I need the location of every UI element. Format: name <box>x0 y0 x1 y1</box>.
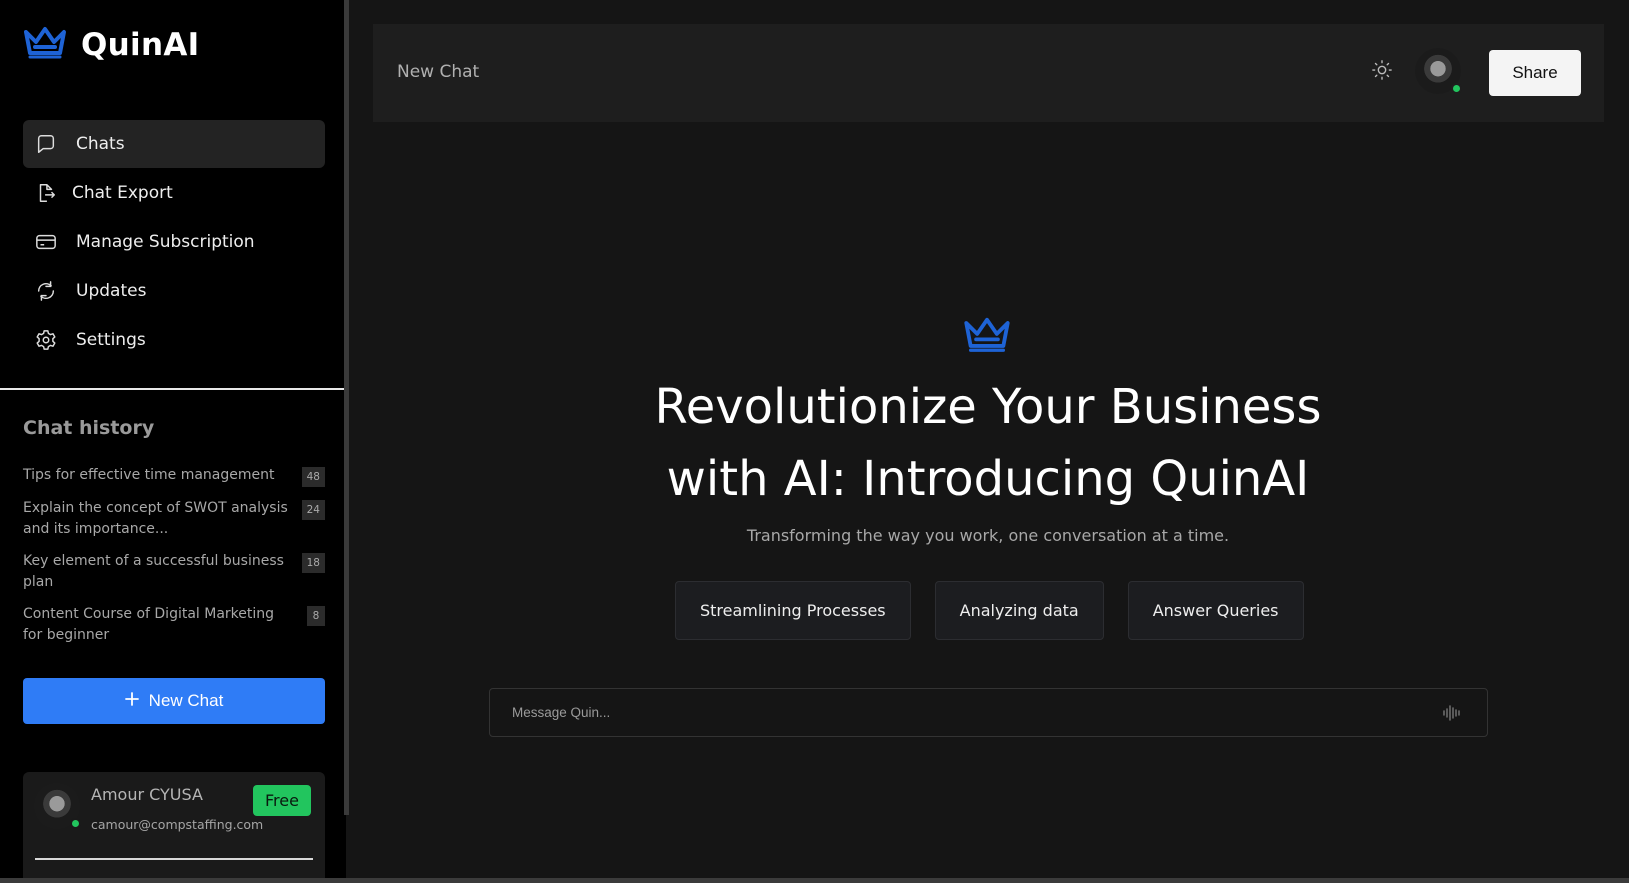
suggestion-chip[interactable]: Analyzing data <box>934 581 1104 640</box>
sidebar: QuinAI Chats Chat Export Manage Subscrip… <box>0 0 348 878</box>
crown-logo-icon <box>23 26 67 64</box>
gear-icon <box>34 328 58 352</box>
plus-icon <box>124 691 139 711</box>
nav-item-settings[interactable]: Settings <box>23 316 325 364</box>
chat-history-item-text: Explain the concept of SWOT analysis and… <box>23 500 288 537</box>
hero-subtitle: Transforming the way you work, one conve… <box>746 526 1230 545</box>
new-chat-button[interactable]: New Chat <box>23 678 325 724</box>
chat-history-item[interactable]: Explain the concept of SWOT analysis and… <box>23 498 325 540</box>
chat-history-count-badge: 18 <box>301 553 325 573</box>
chat-history-list: Tips for effective time management 48 Ex… <box>23 465 325 657</box>
user-email: camour@compstaffing.com <box>91 817 264 832</box>
chat-history-count-badge: 8 <box>307 606 325 626</box>
hero-title-line: with AI: Introducing QuinAI <box>666 451 1310 507</box>
nav-item-manage-subscription[interactable]: Manage Subscription <box>23 218 325 266</box>
nav-item-chat-export[interactable]: Chat Export <box>23 169 325 217</box>
sidebar-divider <box>0 388 348 390</box>
nav-item-label: Manage Subscription <box>76 232 255 252</box>
sun-icon[interactable] <box>1369 57 1395 83</box>
online-status-dot <box>1451 83 1462 94</box>
main-nav: Chats Chat Export Manage Subscription Up… <box>23 120 325 365</box>
chat-history-count-badge: 24 <box>301 500 325 520</box>
chat-history-item[interactable]: Key element of a successful business pla… <box>23 551 325 593</box>
plan-badge: Free <box>253 785 311 816</box>
user-card[interactable]: Amour CYUSA camour@compstaffing.com Free <box>23 772 325 878</box>
chat-bubble-icon <box>34 132 58 156</box>
message-input[interactable] <box>512 689 1412 736</box>
share-button[interactable]: Share <box>1489 50 1581 96</box>
nav-item-label: Chat Export <box>72 183 173 203</box>
chat-history-item[interactable]: Tips for effective time management 48 <box>23 465 325 487</box>
chat-history-title: Chat history <box>23 417 155 439</box>
suggestion-chip[interactable]: Streamlining Processes <box>675 581 911 640</box>
chat-history-item-text: Tips for effective time management <box>23 467 275 483</box>
user-name: Amour CYUSA <box>91 785 203 804</box>
chat-history-item-text: Key element of a successful business pla… <box>23 553 284 590</box>
hero-title-line: Revolutionize Your Business <box>654 379 1322 435</box>
new-chat-button-label: New Chat <box>148 691 224 710</box>
credit-card-icon <box>34 230 58 254</box>
hero-title: Revolutionize Your Business with AI: Int… <box>600 371 1376 515</box>
user-avatar[interactable] <box>34 783 81 829</box>
voice-waveform-icon[interactable] <box>1441 702 1463 724</box>
top-bar: New Chat Share <box>373 24 1604 122</box>
chat-title: New Chat <box>397 62 480 82</box>
suggestion-chip[interactable]: Answer Queries <box>1127 581 1304 640</box>
brand-name: QuinAI <box>81 27 200 63</box>
suggestion-chips: Streamlining Processes Analyzing data An… <box>675 581 1304 640</box>
chat-history-item-text: Content Course of Digital Marketing for … <box>23 606 275 643</box>
brand[interactable]: QuinAI <box>23 26 199 64</box>
online-status-dot <box>70 818 81 829</box>
chat-history-item[interactable]: Content Course of Digital Marketing for … <box>23 604 325 646</box>
sidebar-scrollbar[interactable] <box>344 0 349 815</box>
nav-item-label: Settings <box>76 330 146 350</box>
file-export-icon <box>34 181 58 205</box>
chat-history-count-badge: 48 <box>301 467 325 487</box>
nav-item-updates[interactable]: Updates <box>23 267 325 315</box>
crown-logo-icon <box>963 316 1011 358</box>
top-avatar[interactable] <box>1415 48 1462 94</box>
refresh-icon <box>34 279 58 303</box>
nav-item-chats[interactable]: Chats <box>23 120 325 168</box>
message-composer <box>489 688 1488 737</box>
horizontal-scrollbar[interactable] <box>0 878 1629 883</box>
user-card-divider <box>35 858 313 860</box>
nav-item-label: Chats <box>76 134 125 154</box>
nav-item-label: Updates <box>76 281 147 301</box>
